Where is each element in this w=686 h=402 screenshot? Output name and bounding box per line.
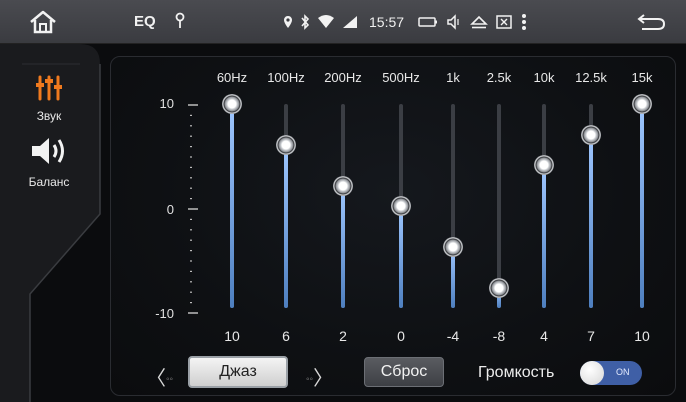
slider-knob[interactable] [489,277,509,298]
band-frequency-label: 1k [446,70,460,85]
equalizer-icon [36,75,62,101]
status-icons: 15:57 [283,10,535,34]
preset-button[interactable]: Джаз [188,356,288,388]
band-frequency-label: 100Hz [267,70,305,85]
band-frequency-label: 200Hz [324,70,362,85]
band-frequency-label: 2.5k [486,70,512,85]
band-slider[interactable]: 100Hz 6 [261,70,311,350]
clock-time: 15:57 [369,14,405,30]
bluetooth-icon [301,14,310,30]
slider-knob[interactable] [443,236,463,257]
slider-fill [640,104,644,308]
band-value-label: 7 [587,328,595,344]
status-bar: EQ 15:57 [0,0,686,44]
band-frequency-label: 10k [533,70,555,85]
slider-knob[interactable] [632,94,652,114]
scale-label-bottom: -10 [155,306,174,321]
slider-fill [284,144,288,308]
band-value-label: 10 [634,328,650,344]
reset-button[interactable]: Сброс [364,357,444,387]
sidebar-item-label: Баланс [28,175,70,189]
sidebar-item-sound[interactable]: Звук [14,74,84,123]
band-slider[interactable]: 15k 10 [617,70,667,350]
sidebar-item-balance[interactable]: Баланс [14,134,84,189]
slider-knob[interactable] [534,155,554,176]
band-frequency-label: 500Hz [382,70,420,85]
toggle-knob [580,361,604,385]
scale-label-top: 10 [159,96,174,111]
back-icon[interactable] [636,12,666,32]
band-value-label: 4 [540,328,548,344]
next-preset-button[interactable]: ◦◦〉 [306,362,333,391]
sidebar: Звук Баланс [0,44,108,402]
band-value-label: -8 [492,328,506,344]
band-value-label: 2 [339,328,347,344]
slider-knob[interactable] [333,175,353,196]
band-slider[interactable]: 200Hz 2 [318,70,368,350]
band-slider[interactable]: 12.5k 7 [566,70,616,350]
band-slider[interactable]: 1k -4 [428,70,478,350]
band-frequency-label: 12.5k [575,70,607,85]
slider-fill [399,206,403,308]
sidebar-item-label: Звук [36,109,62,123]
scale-ticks [188,104,198,314]
band-value-label: 6 [282,328,290,344]
toggle-state-text: ON [616,367,630,377]
band-slider[interactable]: 60Hz 10 [207,70,257,350]
close-box-icon[interactable] [495,14,513,30]
slider-fill [542,165,546,308]
home-icon[interactable] [28,9,58,35]
battery-icon [418,17,438,27]
band-slider[interactable]: 2.5k -8 [474,70,524,350]
arrow-dots: ◦◦ [166,374,174,386]
prev-arrow-icon: 〈 [146,368,166,390]
location-pin-icon [284,16,292,28]
band-frequency-label: 60Hz [216,70,248,85]
slider-knob[interactable] [276,134,296,155]
speaker-icon [32,138,64,164]
volume-label: Громкость [478,364,555,381]
scale-label-mid: 0 [166,202,174,217]
band-value-label: -4 [446,328,460,344]
signal-icon [343,16,357,28]
volume-icon[interactable] [445,14,463,30]
slider-fill [341,185,345,308]
slider-knob[interactable] [391,196,411,216]
more-vert-icon[interactable] [520,13,528,31]
band-slider[interactable]: 10k 4 [519,70,569,350]
slider-knob[interactable] [222,94,242,114]
eq-title: EQ [134,13,156,30]
prev-preset-button[interactable]: 〈◦◦ [146,362,173,391]
slider-fill [589,134,593,308]
next-arrow-icon: 〉 [313,368,334,390]
slider-fill [230,104,234,308]
band-value-label: 10 [224,328,240,344]
wifi-icon [318,15,334,28]
volume-toggle[interactable]: ON [580,361,642,385]
eject-icon[interactable] [470,14,488,30]
slider-knob[interactable] [581,124,601,145]
band-value-label: 0 [397,328,405,344]
location-pin-icon [175,12,185,28]
band-slider[interactable]: 500Hz 0 [376,70,426,350]
band-frequency-label: 15k [631,70,653,85]
